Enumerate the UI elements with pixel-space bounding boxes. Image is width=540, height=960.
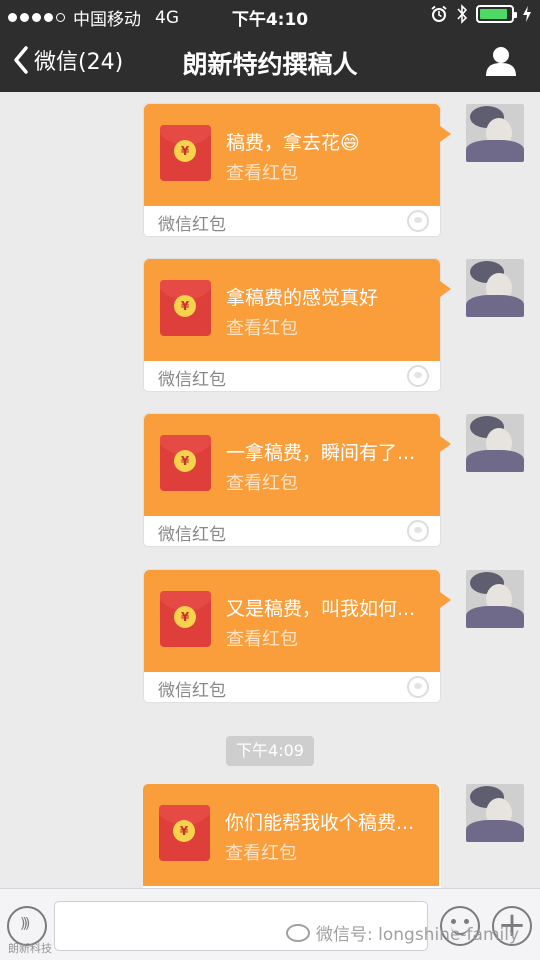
list-item: ¥ 拿稿费的感觉真好 查看红包 微信红包	[143, 258, 451, 392]
red-packet-bubble[interactable]: ¥ 稿费，拿去花😄 查看红包 微信红包	[143, 103, 451, 237]
watermark-small: 朗新科技	[8, 942, 52, 955]
red-packet-bubble[interactable]: ¥ 拿稿费的感觉真好 查看红包 微信红包	[143, 258, 451, 392]
red-packet-bubble[interactable]: ¥ 你们能帮我收个稿费... 查看红包	[143, 784, 441, 888]
red-packet-footer: 微信红包	[158, 525, 226, 545]
red-packet-view-label: 查看红包	[226, 163, 298, 184]
bluetooth-icon	[457, 4, 468, 24]
wechat-logo-icon	[407, 676, 429, 698]
red-packet-view-label: 查看红包	[226, 318, 298, 339]
red-packet-view-label: 查看红包	[226, 629, 298, 650]
red-packet-message: 又是稿费，叫我如何...	[226, 598, 416, 620]
back-chevron-icon	[14, 46, 28, 74]
red-packet-bubble[interactable]: ¥ 一拿稿费，瞬间有了... 查看红包 微信红包	[143, 413, 451, 547]
status-right	[430, 4, 532, 24]
time-divider: 下午4:09	[226, 736, 314, 766]
list-item: ¥ 你们能帮我收个稿费... 查看红包	[143, 784, 441, 888]
list-item: ¥ 稿费，拿去花😄 查看红包 微信红包	[143, 103, 451, 237]
list-item: ¥ 又是稿费，叫我如何... 查看红包 微信红包	[143, 569, 451, 703]
wechat-logo-icon	[407, 520, 429, 542]
avatar[interactable]	[466, 784, 524, 842]
red-packet-icon: ¥	[159, 805, 210, 861]
red-packet-bubble[interactable]: ¥ 又是稿费，叫我如何... 查看红包 微信红包	[143, 569, 451, 703]
avatar[interactable]	[466, 414, 524, 472]
avatar[interactable]	[466, 570, 524, 628]
avatar[interactable]	[466, 259, 524, 317]
back-label: 微信(24)	[34, 50, 124, 75]
wechat-watermark-icon	[286, 923, 310, 942]
red-packet-icon: ¥	[160, 591, 211, 647]
red-packet-message: 一拿稿费，瞬间有了...	[226, 442, 416, 464]
battery-fill	[480, 9, 507, 19]
alarm-icon	[431, 5, 447, 22]
list-item: ¥ 一拿稿费，瞬间有了... 查看红包 微信红包	[143, 413, 451, 547]
red-packet-footer: 微信红包	[158, 681, 226, 701]
battery-icon	[476, 5, 517, 23]
red-packet-footer: 微信红包	[158, 215, 226, 235]
red-packet-message: 稿费，拿去花😄	[226, 132, 360, 154]
charging-icon	[523, 6, 531, 22]
watermark-text: 微信号: longshine-family	[316, 925, 520, 945]
nav-bar: 微信(24) 朗新特约撰稿人	[0, 30, 540, 92]
user-icon[interactable]	[484, 44, 518, 78]
red-packet-view-label: 查看红包	[226, 473, 298, 494]
avatar[interactable]	[466, 104, 524, 162]
red-packet-message: 拿稿费的感觉真好	[226, 287, 379, 309]
back-button[interactable]: 微信(24)	[12, 44, 123, 76]
status-bar: 中国移动 4G 下午4:10	[0, 0, 540, 30]
wechat-logo-icon	[407, 365, 429, 387]
watermark: 微信号: longshine-family	[286, 920, 519, 945]
red-packet-icon: ¥	[160, 125, 211, 181]
wechat-logo-icon	[407, 210, 429, 232]
red-packet-footer: 微信红包	[158, 370, 226, 390]
red-packet-icon: ¥	[160, 435, 211, 491]
red-packet-view-label: 查看红包	[225, 843, 297, 864]
red-packet-icon: ¥	[160, 280, 211, 336]
red-packet-message: 你们能帮我收个稿费...	[225, 812, 415, 834]
